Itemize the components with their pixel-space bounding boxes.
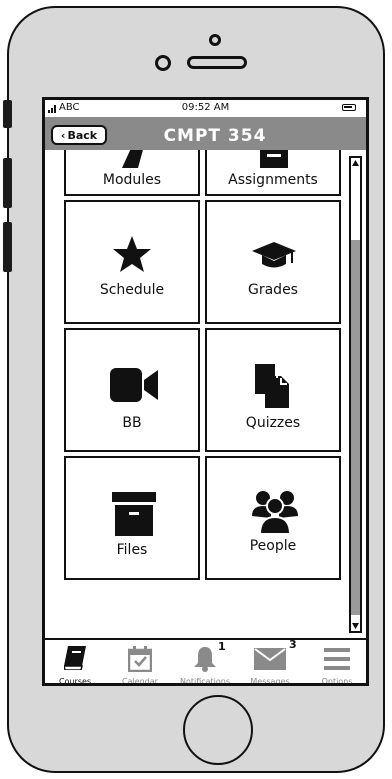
course-menu-grid[interactable]: Modules Assignments Schedule Grades BB Q… [45,150,348,638]
book-icon [64,646,86,670]
tile-modules[interactable]: Modules [64,150,200,196]
chevron-left-icon: ‹ [60,128,66,142]
tile-files[interactable]: Files [64,456,200,580]
tile-people[interactable]: People [205,456,341,580]
scroll-up-arrow-icon[interactable] [351,158,360,168]
calendar-icon [128,646,152,672]
home-button[interactable] [183,695,253,765]
back-button[interactable]: ‹ Back [51,125,107,145]
tab-label: Notifications [179,677,231,686]
tab-notifications[interactable]: 1 Notifications [178,640,232,683]
status-bar: ABC 09:52 AM [45,100,366,117]
tile-assignments[interactable]: Assignments [205,150,341,196]
menu-icon [324,648,350,670]
tile-label: Assignments [228,172,318,188]
graduation-cap-icon [252,242,296,268]
tile-grades[interactable]: Grades [205,200,341,324]
back-button-label: Back [67,128,98,142]
tile-label: Schedule [99,282,165,298]
tab-label: Messages [250,677,290,686]
documents-icon [255,364,289,408]
nav-bar: ‹ Back CMPT 354 [45,117,366,150]
page-title: CMPT 354 [163,126,267,146]
people-icon [252,491,298,534]
tile-bb[interactable]: BB [64,328,200,452]
battery-icon [342,104,356,111]
tab-label: Courses [58,677,92,686]
proximity-sensor [155,55,171,71]
tile-label: People [249,538,297,554]
front-camera [209,34,221,46]
tile-label: BB [122,415,142,431]
tab-messages[interactable]: 3 Messages [243,638,297,683]
tab-bar: Courses Calendar 1 Notifications 3 Messa… [45,638,366,683]
scroll-thumb[interactable] [351,240,360,615]
earpiece-speaker [187,56,247,69]
tab-courses[interactable]: Courses [48,644,102,683]
tile-quizzes[interactable]: Quizzes [205,328,341,452]
archive-box-icon [112,492,156,536]
tab-calendar[interactable]: Calendar [113,644,167,683]
tab-label: Calendar [122,677,158,686]
tile-label: Modules [102,172,162,188]
video-camera-icon [110,368,158,402]
bell-icon [194,647,216,672]
modules-icon [122,150,143,168]
tile-label: Files [116,542,148,558]
volume-down-button [3,222,12,272]
tab-label: Options [321,677,353,686]
status-time: 09:52 AM [181,102,230,113]
envelope-icon [254,648,286,670]
volume-up-button [3,158,12,208]
mute-switch [3,100,12,128]
star-icon [113,236,151,272]
vertical-scrollbar[interactable] [349,156,362,633]
scroll-down-arrow-icon[interactable] [351,621,360,631]
tile-label: Grades [248,282,298,298]
tab-options[interactable]: Options [310,644,364,683]
assignments-icon [260,150,288,168]
tile-schedule[interactable]: Schedule [64,200,200,324]
tile-label: Quizzes [245,415,301,431]
phone-screen: ABC 09:52 AM ‹ Back CMPT 354 Modules Ass… [42,97,369,686]
notifications-badge: 1 [218,640,226,653]
messages-badge: 3 [289,638,297,651]
